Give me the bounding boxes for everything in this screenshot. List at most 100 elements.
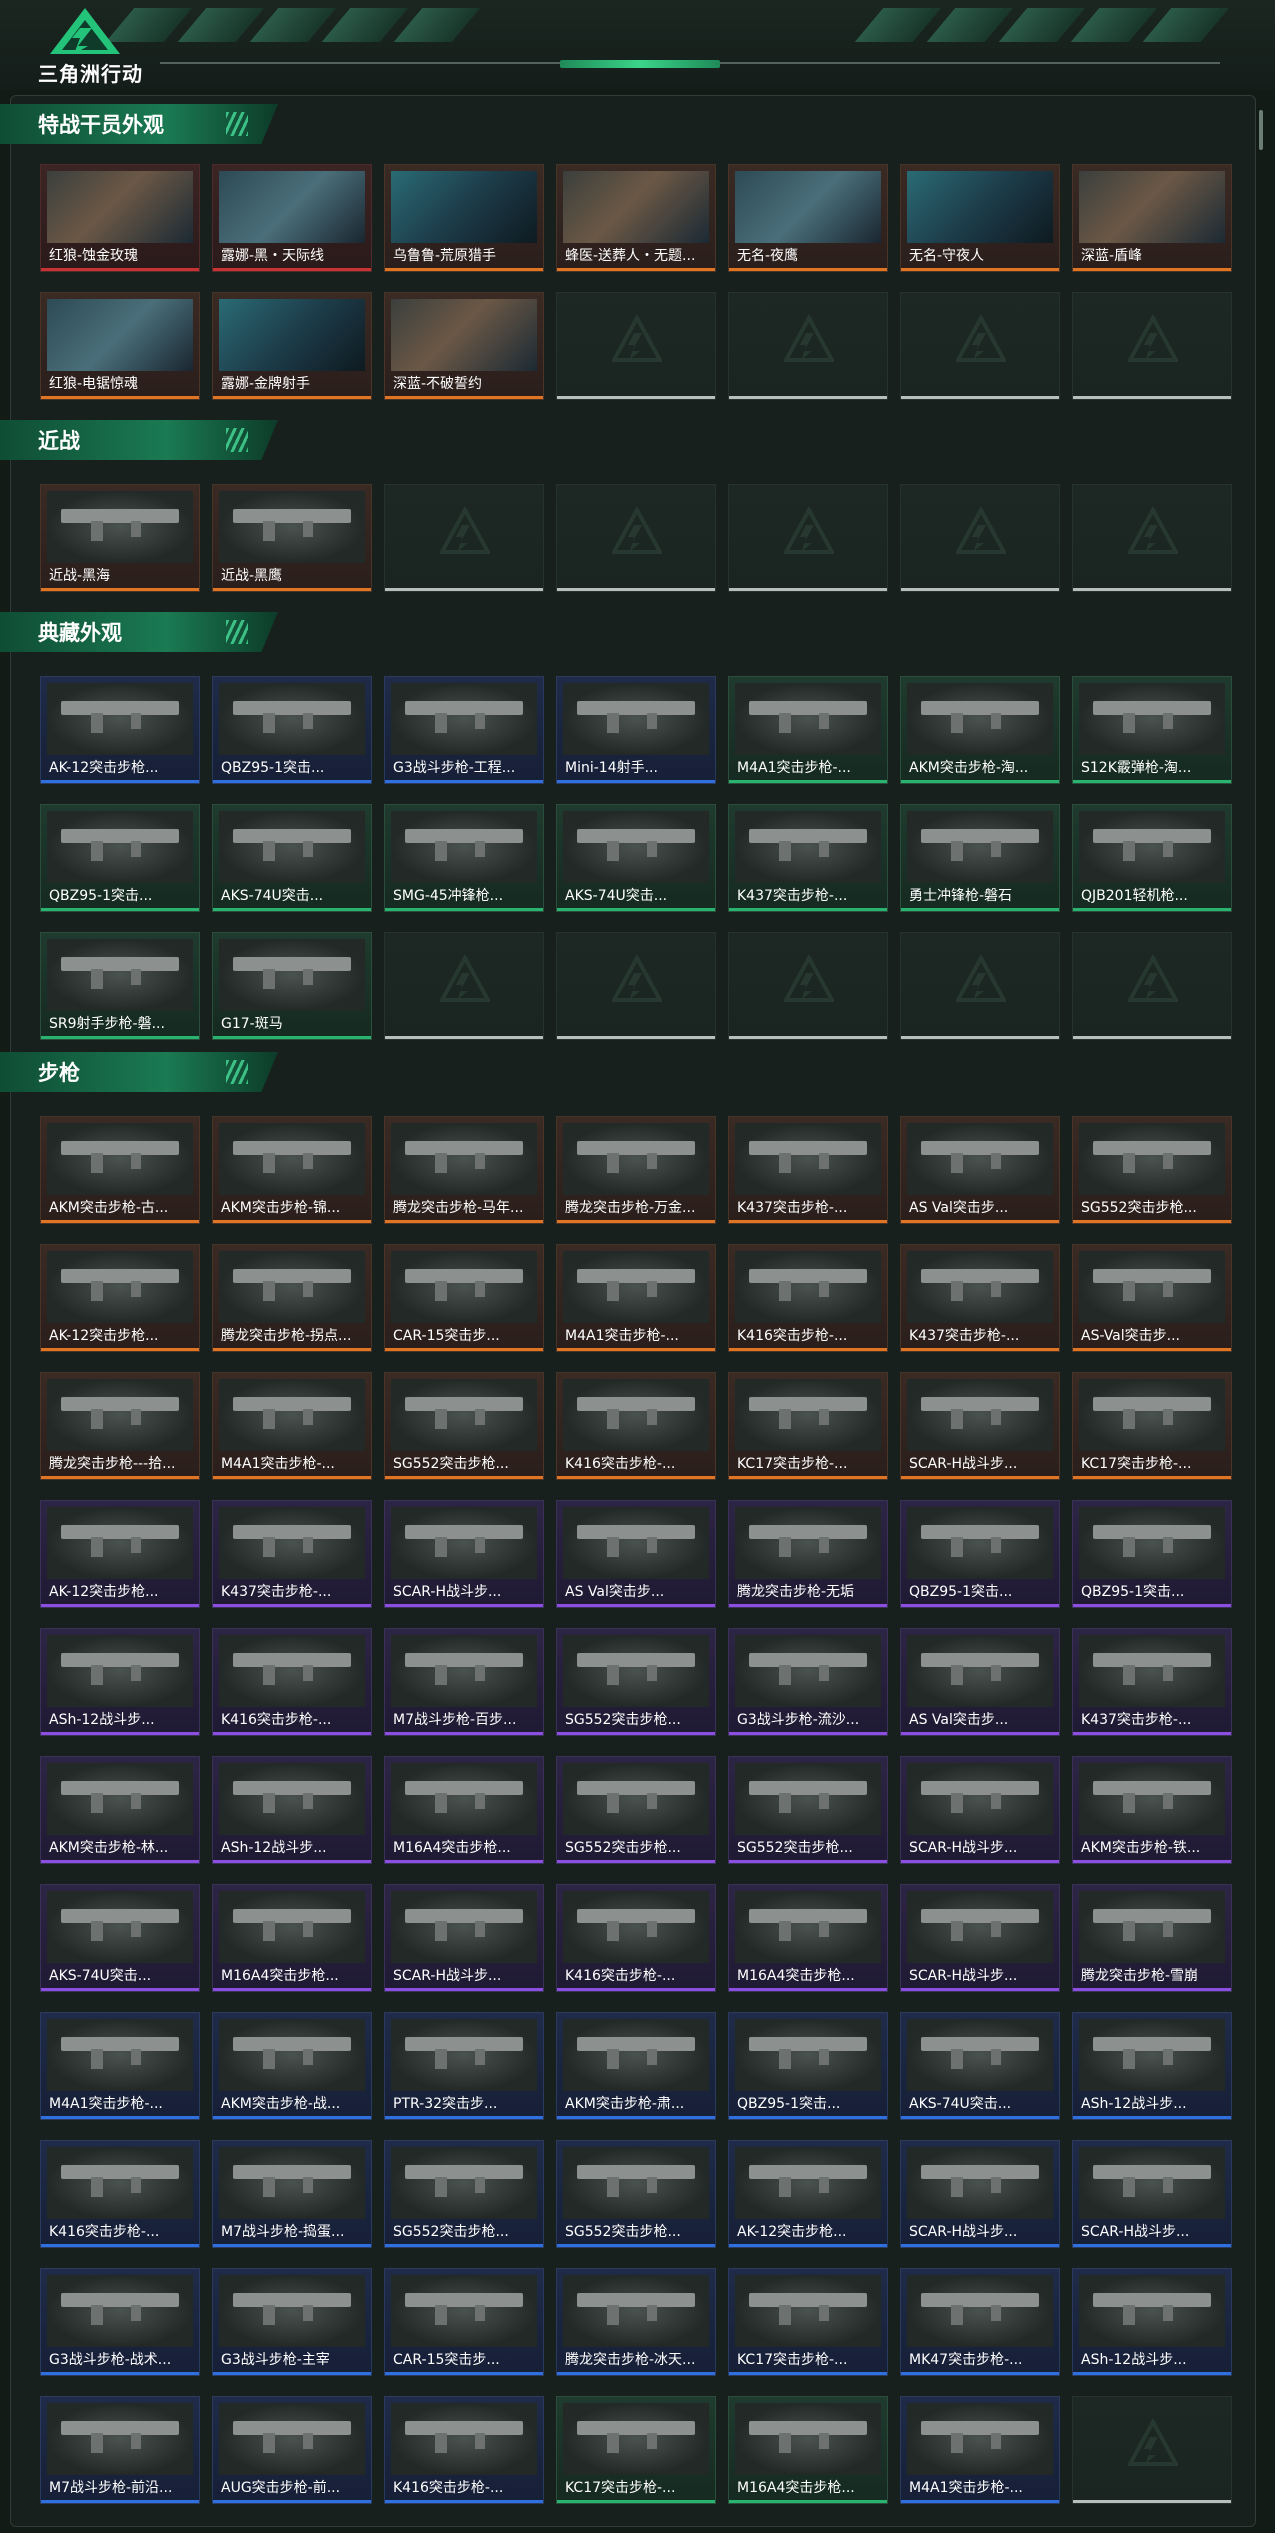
skin-card[interactable]: SR9射手步枪-磐... — [40, 932, 200, 1040]
skin-card[interactable]: 腾龙突击步枪-冰天... — [556, 2268, 716, 2376]
skin-card[interactable]: AKS-74U突击... — [900, 2012, 1060, 2120]
skin-card[interactable]: QBZ95-1突击... — [728, 2012, 888, 2120]
skin-card[interactable]: SG552突击步枪... — [728, 1756, 888, 1864]
skin-card[interactable]: G3战斗步枪-战术... — [40, 2268, 200, 2376]
skin-card[interactable]: AKM突击步枪-古... — [40, 1116, 200, 1224]
skin-card[interactable]: SCAR-H战斗步... — [384, 1884, 544, 1992]
skin-card[interactable]: 无名-守夜人 — [900, 164, 1060, 272]
skin-card[interactable]: M4A1突击步枪-... — [900, 2396, 1060, 2504]
skin-card[interactable]: M7战斗步枪-捣蛋... — [212, 2140, 372, 2248]
skin-card[interactable]: AUG突击步枪-前... — [212, 2396, 372, 2504]
skin-card[interactable]: K437突击步枪-... — [212, 1500, 372, 1608]
skin-card[interactable]: AKM突击步枪-战... — [212, 2012, 372, 2120]
skin-card[interactable]: CAR-15突击步... — [384, 1244, 544, 1352]
skin-card[interactable]: SCAR-H战斗步... — [1072, 2140, 1232, 2248]
skin-card[interactable]: AKM突击步枪-林... — [40, 1756, 200, 1864]
skin-card[interactable]: 腾龙突击步枪-无垢 — [728, 1500, 888, 1608]
skin-card[interactable]: ASh-12战斗步... — [1072, 2268, 1232, 2376]
skin-card[interactable]: SG552突击步枪... — [556, 1628, 716, 1736]
skin-card[interactable]: K416突击步枪-... — [556, 1884, 716, 1992]
skin-card[interactable]: 腾龙突击步枪-雪崩 — [1072, 1884, 1232, 1992]
skin-card[interactable]: AS-Val突击步... — [1072, 1244, 1232, 1352]
skin-card[interactable]: SG552突击步枪... — [1072, 1116, 1232, 1224]
skin-card[interactable]: M4A1突击步枪-... — [556, 1244, 716, 1352]
skin-card[interactable]: AKM突击步枪-肃... — [556, 2012, 716, 2120]
skin-card[interactable]: AS Val突击步... — [556, 1500, 716, 1608]
skin-card[interactable]: M4A1突击步枪-... — [728, 676, 888, 784]
skin-card[interactable]: SCAR-H战斗步... — [900, 1372, 1060, 1480]
skin-card[interactable]: SG552突击步枪... — [556, 1756, 716, 1864]
skin-card[interactable]: ASh-12战斗步... — [1072, 2012, 1232, 2120]
skin-card[interactable]: SCAR-H战斗步... — [384, 1500, 544, 1608]
skin-card[interactable]: QBZ95-1突击... — [1072, 1500, 1232, 1608]
skin-card[interactable]: 近战-黑海 — [40, 484, 200, 592]
skin-card[interactable]: ASh-12战斗步... — [40, 1628, 200, 1736]
skin-card[interactable]: SG552突击步枪... — [556, 2140, 716, 2248]
skin-card[interactable]: AKM突击步枪-淘... — [900, 676, 1060, 784]
skin-card[interactable]: AS Val突击步... — [900, 1116, 1060, 1224]
skin-card[interactable]: M16A4突击步枪... — [384, 1756, 544, 1864]
skin-card[interactable]: SMG-45冲锋枪... — [384, 804, 544, 912]
skin-card[interactable]: 无名-夜鹰 — [728, 164, 888, 272]
skin-card[interactable]: CAR-15突击步... — [384, 2268, 544, 2376]
skin-card[interactable]: AKS-74U突击... — [40, 1884, 200, 1992]
skin-card[interactable]: M7战斗步枪-前沿... — [40, 2396, 200, 2504]
skin-card[interactable]: 乌鲁鲁-荒原猎手 — [384, 164, 544, 272]
skin-card[interactable]: M7战斗步枪-百步... — [384, 1628, 544, 1736]
skin-card[interactable]: SCAR-H战斗步... — [900, 2140, 1060, 2248]
skin-card[interactable]: AS Val突击步... — [900, 1628, 1060, 1736]
skin-card[interactable]: AK-12突击步枪... — [40, 676, 200, 784]
skin-card[interactable]: AK-12突击步枪... — [40, 1244, 200, 1352]
skin-card[interactable]: G3战斗步枪-主宰 — [212, 2268, 372, 2376]
skin-card[interactable]: K416突击步枪-... — [40, 2140, 200, 2248]
skin-card[interactable]: AKM突击步枪-铁... — [1072, 1756, 1232, 1864]
skin-card[interactable]: Mini-14射手... — [556, 676, 716, 784]
skin-card[interactable]: QJB201轻机枪... — [1072, 804, 1232, 912]
skin-card[interactable]: M16A4突击步枪... — [728, 1884, 888, 1992]
skin-card[interactable]: SG552突击步枪... — [384, 2140, 544, 2248]
skin-card[interactable]: AK-12突击步枪... — [728, 2140, 888, 2248]
skin-card[interactable]: 勇士冲锋枪-磐石 — [900, 804, 1060, 912]
skin-card[interactable]: G17-斑马 — [212, 932, 372, 1040]
skin-card[interactable]: 露娜-金牌射手 — [212, 292, 372, 400]
skin-card[interactable]: AK-12突击步枪... — [40, 1500, 200, 1608]
skin-card[interactable]: AKS-74U突击... — [212, 804, 372, 912]
skin-card[interactable]: K416突击步枪-... — [212, 1628, 372, 1736]
skin-card[interactable]: ASh-12战斗步... — [212, 1756, 372, 1864]
skin-card[interactable]: 红狼-电锯惊魂 — [40, 292, 200, 400]
skin-card[interactable]: KC17突击步枪-... — [728, 1372, 888, 1480]
skin-card[interactable]: 腾龙突击步枪-万金... — [556, 1116, 716, 1224]
skin-card[interactable]: K437突击步枪-... — [728, 804, 888, 912]
skin-card[interactable]: KC17突击步枪-... — [1072, 1372, 1232, 1480]
skin-card[interactable]: MK47突击步枪-... — [900, 2268, 1060, 2376]
skin-card[interactable]: QBZ95-1突击... — [40, 804, 200, 912]
skin-card[interactable]: M4A1突击步枪-... — [212, 1372, 372, 1480]
skin-card[interactable]: 近战-黑鹰 — [212, 484, 372, 592]
skin-card[interactable]: 蜂医-送葬人・无题... — [556, 164, 716, 272]
skin-card[interactable]: K416突击步枪-... — [384, 2396, 544, 2504]
skin-card[interactable]: K437突击步枪-... — [900, 1244, 1060, 1352]
skin-card[interactable]: 深蓝-盾峰 — [1072, 164, 1232, 272]
skin-card[interactable]: SCAR-H战斗步... — [900, 1756, 1060, 1864]
skin-card[interactable]: 深蓝-不破誓约 — [384, 292, 544, 400]
skin-card[interactable]: M16A4突击步枪... — [728, 2396, 888, 2504]
skin-card[interactable]: S12K霰弹枪-淘... — [1072, 676, 1232, 784]
skin-card[interactable]: AKM突击步枪-锦... — [212, 1116, 372, 1224]
skin-card[interactable]: QBZ95-1突击... — [900, 1500, 1060, 1608]
skin-card[interactable]: M16A4突击步枪... — [212, 1884, 372, 1992]
skin-card[interactable]: KC17突击步枪-... — [728, 2268, 888, 2376]
skin-card[interactable]: K416突击步枪-... — [556, 1372, 716, 1480]
skin-card[interactable]: 腾龙突击步枪-拐点... — [212, 1244, 372, 1352]
skin-card[interactable]: K416突击步枪-... — [728, 1244, 888, 1352]
skin-card[interactable]: K437突击步枪-... — [1072, 1628, 1232, 1736]
skin-card[interactable]: PTR-32突击步... — [384, 2012, 544, 2120]
skin-card[interactable]: SCAR-H战斗步... — [900, 1884, 1060, 1992]
scrollbar-thumb[interactable] — [1259, 110, 1263, 150]
skin-card[interactable]: KC17突击步枪-... — [556, 2396, 716, 2504]
skin-card[interactable]: G3战斗步枪-工程... — [384, 676, 544, 784]
skin-card[interactable]: 露娜-黑・天际线 — [212, 164, 372, 272]
skin-card[interactable]: 腾龙突击步枪-马年... — [384, 1116, 544, 1224]
skin-card[interactable]: 腾龙突击步枪---拾... — [40, 1372, 200, 1480]
skin-card[interactable]: QBZ95-1突击... — [212, 676, 372, 784]
skin-card[interactable]: K437突击步枪-... — [728, 1116, 888, 1224]
